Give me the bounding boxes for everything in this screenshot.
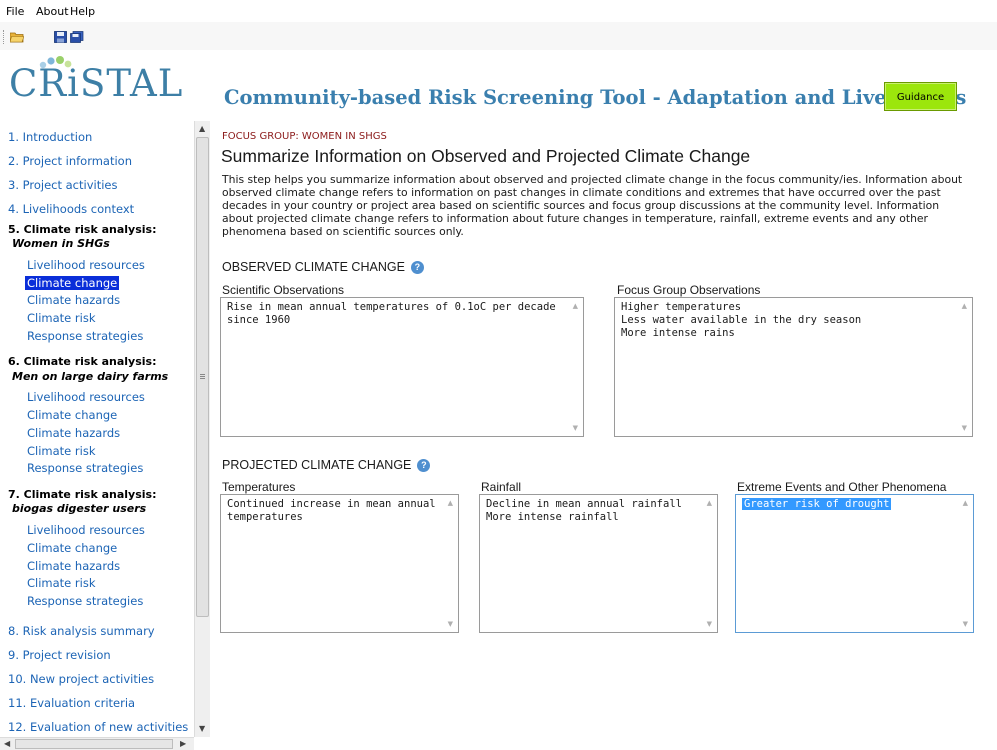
app-title: Community-based Risk Screening Tool - Ad… [224,86,967,109]
nav-g5-livelihood-resources[interactable]: Livelihood resources [27,258,145,272]
scroll-right-arrow-icon[interactable]: ▶ [180,739,186,748]
scroll-up-arrow-icon[interactable]: ▲ [199,124,205,133]
focus-group-observations-label: Focus Group Observations [617,283,761,297]
nav-evaluation-criteria[interactable]: 11. Evaluation criteria [8,696,135,710]
scroll-left-arrow-icon[interactable]: ◀ [4,739,10,748]
nav-g6-response-strategies[interactable]: Response strategies [27,461,143,475]
info-icon[interactable]: ? [410,261,424,275]
nav-introduction[interactable]: 1. Introduction [8,130,92,144]
nav-new-project-activities[interactable]: 10. New project activities [8,672,154,686]
scientific-observations-textarea[interactable]: Rise in mean annual temperatures of 0.1o… [220,297,584,437]
scroll-grip-icon [200,374,205,375]
extreme-events-label: Extreme Events and Other Phenomena [737,480,947,494]
text-line: Rise in mean annual temperatures of 0.1o… [227,301,556,313]
textarea-scrollbar[interactable]: ▲ ▼ [442,495,458,632]
textarea-scrollbar[interactable]: ▲ ▼ [957,495,973,632]
nav-g7-climate-hazards[interactable]: Climate hazards [27,559,120,573]
textarea-scrollbar[interactable]: ▲ ▼ [956,298,972,436]
nav-g7-climate-risk[interactable]: Climate risk [27,576,95,590]
rainfall-text: Decline in mean annual rainfall More int… [486,498,697,524]
page-title: Summarize Information on Observed and Pr… [221,146,751,166]
menu-help[interactable]: Help [70,5,95,18]
text-line: More intense rains [621,327,735,339]
observed-section-header: OBSERVED CLIMATE CHANGE? [222,260,424,275]
temperatures-text: Continued increase in mean annual temper… [227,498,438,524]
scroll-down-arrow-icon[interactable]: ▼ [199,724,205,733]
scientific-observations-text: Rise in mean annual temperatures of 0.1o… [227,301,563,327]
toolbar [0,22,997,50]
focus-group-label: FOCUS GROUP: WOMEN IN SHGS [222,131,387,142]
nav-group5-subtitle: Women in SHGs [12,237,110,250]
nav-group6-subtitle: Men on large dairy farms [12,370,169,383]
nav-g5-climate-hazards[interactable]: Climate hazards [27,293,120,307]
toolbar-grip [3,30,6,44]
extreme-events-text: Greater risk of drought [742,498,953,511]
text-line: More intense rainfall [486,511,619,523]
nav-g7-response-strategies[interactable]: Response strategies [27,594,143,608]
nav-group6-title[interactable]: 6. Climate risk analysis: [8,355,156,368]
nav-project-revision[interactable]: 9. Project revision [8,648,111,662]
text-line: Decline in mean annual rainfall [486,498,682,510]
nav-group7-title[interactable]: 7. Climate risk analysis: [8,488,156,501]
text-line: Higher temperatures [621,301,742,313]
intro-paragraph: This step helps you summarize informatio… [222,173,963,238]
focus-group-observations-textarea[interactable]: Higher temperatures Less water available… [614,297,973,437]
menu-about[interactable]: About [36,5,69,18]
temperatures-label: Temperatures [222,480,296,494]
nav-g7-livelihood-resources[interactable]: Livelihood resources [27,523,145,537]
nav-g6-climate-hazards[interactable]: Climate hazards [27,426,120,440]
nav-g5-response-strategies[interactable]: Response strategies [27,329,143,343]
menu-bar: File About Help [0,0,997,22]
focus-group-observations-text: Higher temperatures Less water available… [621,301,952,340]
scientific-observations-label: Scientific Observations [222,283,345,297]
text-line: Continued increase in mean annual [227,498,436,510]
observed-section-title: OBSERVED CLIMATE CHANGE [222,260,405,274]
nav-g5-climate-change[interactable]: Climate change [25,276,120,290]
sidebar-scroll-thumb[interactable] [196,137,209,617]
rainfall-textarea[interactable]: Decline in mean annual rainfall More int… [479,494,718,633]
projected-section-header: PROJECTED CLIMATE CHANGE? [222,458,431,473]
nav-g6-climate-risk[interactable]: Climate risk [27,444,95,458]
nav-risk-analysis-summary[interactable]: 8. Risk analysis summary [8,624,155,638]
textarea-scrollbar[interactable]: ▲ ▼ [567,298,583,436]
sidebar-horizontal-scroll-thumb[interactable] [15,739,173,749]
save-all-icon[interactable] [70,31,84,43]
text-line: since 1960 [227,314,291,326]
textarea-scrollbar[interactable]: ▲ ▼ [701,495,717,632]
nav-g7-climate-change[interactable]: Climate change [27,541,117,555]
nav-evaluation-new-activities[interactable]: 12. Evaluation of new activities [8,720,188,734]
nav-g6-livelihood-resources[interactable]: Livelihood resources [27,390,145,404]
open-folder-icon[interactable] [10,31,24,43]
logo: CRiSTAL [9,62,184,105]
info-icon[interactable]: ? [417,459,431,473]
save-icon[interactable] [54,31,68,43]
menu-file[interactable]: File [6,5,24,18]
nav-project-activities[interactable]: 3. Project activities [8,178,117,192]
text-line: Greater risk of drought [742,498,953,511]
nav-project-information[interactable]: 2. Project information [8,154,132,168]
rainfall-label: Rainfall [481,480,522,494]
selected-text[interactable]: Greater risk of drought [742,498,892,510]
temperatures-textarea[interactable]: Continued increase in mean annual temper… [220,494,459,633]
nav-livelihoods-context[interactable]: 4. Livelihoods context [8,202,134,216]
nav-group7-subtitle: biogas digester users [12,502,147,515]
extreme-events-textarea[interactable]: Greater risk of drought ▲ ▼ [735,494,974,633]
text-line: Less water available in the dry season [621,314,862,326]
sidebar-nav: 1. Introduction 2. Project information 3… [0,121,194,737]
text-line: temperatures [227,511,303,523]
guidance-button[interactable]: Guidance [884,82,957,111]
nav-g6-climate-change[interactable]: Climate change [27,408,117,422]
projected-section-title: PROJECTED CLIMATE CHANGE [222,458,412,472]
nav-g5-climate-risk[interactable]: Climate risk [27,311,95,325]
nav-group5-title[interactable]: 5. Climate risk analysis: [8,223,156,236]
